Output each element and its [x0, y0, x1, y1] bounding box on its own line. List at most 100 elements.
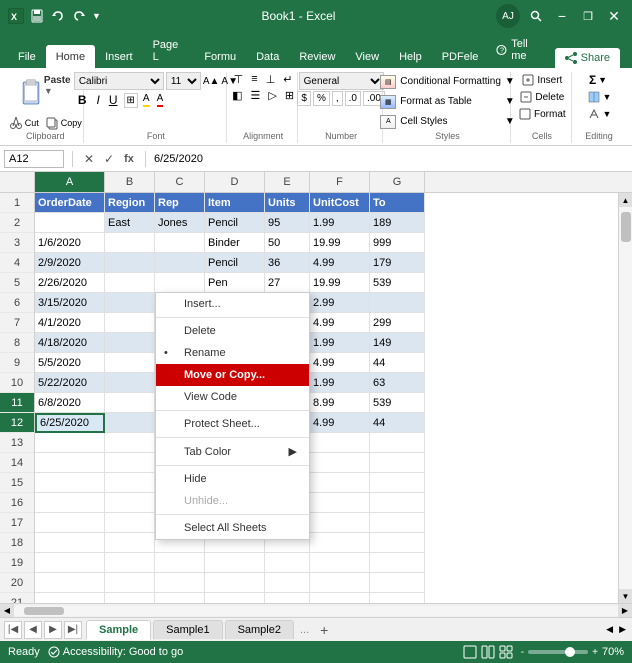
- cell-f15[interactable]: [310, 473, 370, 493]
- page-layout-btn[interactable]: [481, 645, 495, 659]
- cell-b5[interactable]: [105, 273, 155, 293]
- cell-b17[interactable]: [105, 513, 155, 533]
- format-cells-btn[interactable]: Format: [514, 106, 570, 122]
- cell-g5[interactable]: 539: [370, 273, 425, 293]
- font-family-select[interactable]: Calibri: [74, 72, 164, 90]
- cell-f19[interactable]: [310, 553, 370, 573]
- cell-b21[interactable]: [105, 593, 155, 603]
- col-header-g[interactable]: G: [370, 172, 425, 192]
- search-btn[interactable]: [526, 6, 546, 26]
- tab-home[interactable]: Home: [46, 45, 95, 68]
- cell-a4[interactable]: 2/9/2020: [35, 253, 105, 273]
- align-center-btn[interactable]: ☰: [248, 88, 264, 103]
- insert-function-btn[interactable]: fx: [121, 153, 137, 165]
- cell-g3[interactable]: 999: [370, 233, 425, 253]
- sheet-nav-last-btn[interactable]: ▶|: [64, 621, 82, 639]
- cell-f17[interactable]: [310, 513, 370, 533]
- ctx-rename-btn[interactable]: • Rename: [156, 342, 309, 364]
- cell-f6[interactable]: 2.99: [310, 293, 370, 313]
- sheet-scroll-left-btn[interactable]: ◀: [604, 622, 615, 637]
- delete-cells-btn[interactable]: Delete: [515, 89, 568, 105]
- row-num-19[interactable]: 19: [0, 553, 34, 573]
- col-header-d[interactable]: D: [205, 172, 265, 192]
- user-avatar[interactable]: AJ: [496, 4, 520, 28]
- row-num-3[interactable]: 3: [0, 233, 34, 253]
- conditional-formatting-btn[interactable]: ▤ Conditional Formatting ▼: [376, 72, 519, 91]
- cell-b8[interactable]: [105, 333, 155, 353]
- cell-c2[interactable]: Jones: [155, 213, 205, 233]
- save-quick-btn[interactable]: [28, 7, 46, 25]
- decrease-decimal-btn[interactable]: .0: [345, 91, 361, 106]
- comma-btn[interactable]: ,: [332, 91, 343, 106]
- cell-b20[interactable]: [105, 573, 155, 593]
- cell-d20[interactable]: [205, 573, 265, 593]
- cell-g16[interactable]: [370, 493, 425, 513]
- col-header-b[interactable]: B: [105, 172, 155, 192]
- close-btn[interactable]: ✕: [604, 6, 624, 26]
- cell-a8[interactable]: 4/18/2020: [35, 333, 105, 353]
- cell-g1[interactable]: To: [370, 193, 425, 213]
- row-num-6[interactable]: 6: [0, 293, 34, 313]
- col-header-f[interactable]: F: [310, 172, 370, 192]
- zoom-out-btn[interactable]: -: [521, 647, 524, 658]
- cell-f16[interactable]: [310, 493, 370, 513]
- fill-color-btn[interactable]: A: [141, 92, 152, 108]
- cell-a16[interactable]: [35, 493, 105, 513]
- cell-e2[interactable]: 95: [265, 213, 310, 233]
- cell-a20[interactable]: [35, 573, 105, 593]
- cell-c19[interactable]: [155, 553, 205, 573]
- align-left-btn[interactable]: ◧: [229, 88, 245, 103]
- cell-e5[interactable]: 27: [265, 273, 310, 293]
- cell-a9[interactable]: 5/5/2020: [35, 353, 105, 373]
- cell-a14[interactable]: [35, 453, 105, 473]
- ctx-insert-btn[interactable]: Insert...: [156, 293, 309, 315]
- col-header-a[interactable]: A: [35, 172, 105, 192]
- cell-a6[interactable]: 3/15/2020: [35, 293, 105, 313]
- cell-d21[interactable]: [205, 593, 265, 603]
- border-btn[interactable]: ⊞: [124, 93, 138, 108]
- sheet-nav-first-btn[interactable]: |◀: [4, 621, 22, 639]
- zoom-in-btn[interactable]: +: [592, 647, 598, 658]
- ctx-view-code-btn[interactable]: View Code: [156, 386, 309, 408]
- autosum-btn[interactable]: Σ ▼: [585, 72, 613, 88]
- cell-b9[interactable]: [105, 353, 155, 373]
- scroll-right-btn[interactable]: ▶: [618, 604, 632, 618]
- cell-c1[interactable]: Rep: [155, 193, 205, 213]
- cell-g11[interactable]: 539: [370, 393, 425, 413]
- cell-g19[interactable]: [370, 553, 425, 573]
- tab-review[interactable]: Review: [289, 45, 345, 68]
- cell-a18[interactable]: [35, 533, 105, 553]
- cell-g20[interactable]: [370, 573, 425, 593]
- row-num-12[interactable]: 12: [0, 413, 34, 433]
- page-break-view-btn[interactable]: [499, 645, 513, 659]
- row-num-2[interactable]: 2: [0, 213, 34, 233]
- cell-b19[interactable]: [105, 553, 155, 573]
- row-num-9[interactable]: 9: [0, 353, 34, 373]
- row-num-13[interactable]: 13: [0, 433, 34, 453]
- zoom-slider[interactable]: [528, 650, 588, 654]
- font-size-select[interactable]: 11: [166, 72, 201, 90]
- cell-b7[interactable]: [105, 313, 155, 333]
- cell-a7[interactable]: 4/1/2020: [35, 313, 105, 333]
- paste-btn[interactable]: Paste ▼: [16, 73, 75, 113]
- cell-b16[interactable]: [105, 493, 155, 513]
- cell-f13[interactable]: [310, 433, 370, 453]
- ctx-select-all-sheets-btn[interactable]: Select All Sheets: [156, 517, 309, 539]
- normal-view-btn[interactable]: [463, 645, 477, 659]
- sheet-tab-sample[interactable]: Sample: [86, 620, 151, 640]
- cell-b12[interactable]: [105, 413, 155, 433]
- cell-a13[interactable]: [35, 433, 105, 453]
- cell-d3[interactable]: Binder: [205, 233, 265, 253]
- cell-g15[interactable]: [370, 473, 425, 493]
- customize-toolbar-btn[interactable]: ▼: [92, 11, 101, 21]
- align-bottom-btn[interactable]: ⊥: [263, 72, 279, 87]
- cell-f21[interactable]: [310, 593, 370, 603]
- cell-f5[interactable]: 19.99: [310, 273, 370, 293]
- cell-a1[interactable]: OrderDate: [35, 193, 105, 213]
- percent-btn[interactable]: %: [313, 91, 330, 106]
- cell-a10[interactable]: 5/22/2020: [35, 373, 105, 393]
- row-num-1[interactable]: 1: [0, 193, 34, 213]
- cell-c21[interactable]: [155, 593, 205, 603]
- wrap-text-btn[interactable]: ↵: [280, 72, 295, 87]
- row-num-16[interactable]: 16: [0, 493, 34, 513]
